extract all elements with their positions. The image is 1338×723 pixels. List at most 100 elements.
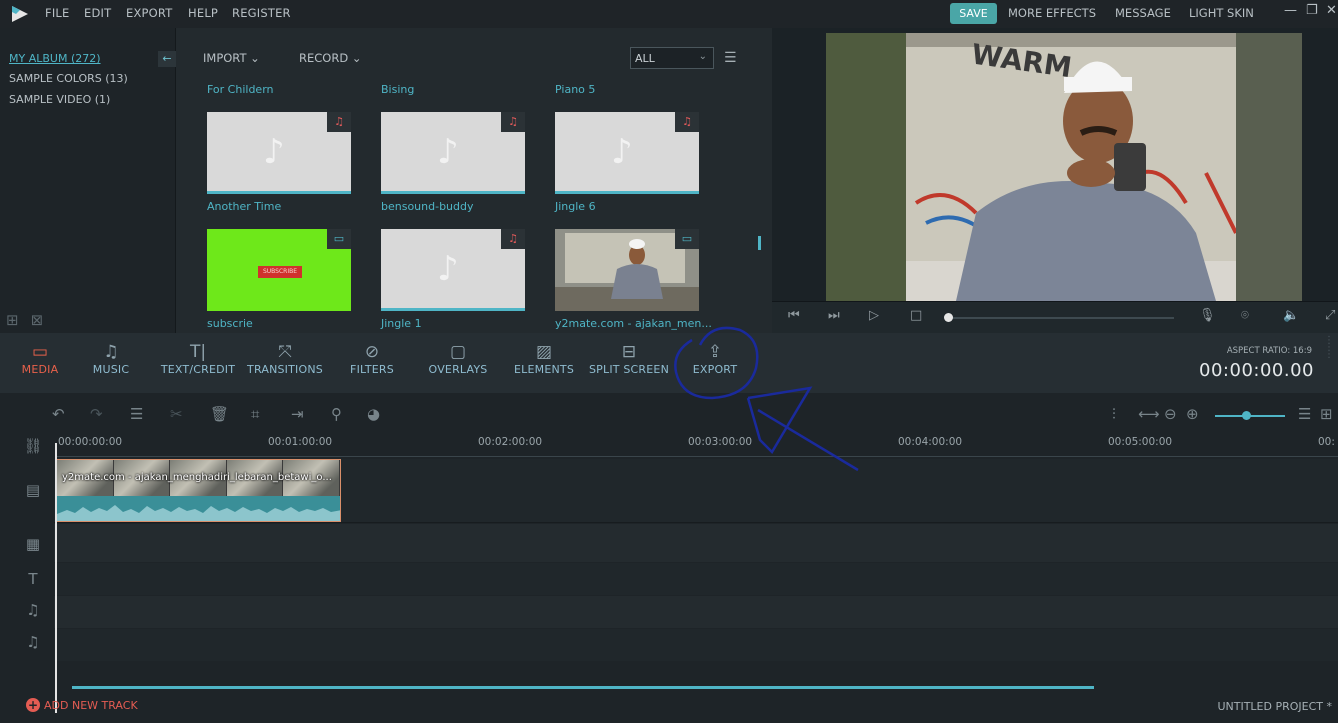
- cut-icon[interactable]: ✂: [170, 405, 183, 423]
- close-icon[interactable]: ✕: [1326, 3, 1337, 18]
- subscribe-overlay: SUBSCRIBE: [258, 266, 302, 278]
- import-dropdown[interactable]: IMPORT ⌄: [203, 51, 260, 65]
- list-view-icon[interactable]: ☰: [1298, 405, 1311, 423]
- ruler-label: 00:01:00:00: [268, 436, 333, 448]
- music-note-icon: ♪: [263, 132, 285, 172]
- tool-label: TEXT/CREDIT: [160, 363, 236, 376]
- text-track[interactable]: [54, 563, 1338, 595]
- tool-text-credit[interactable]: T| TEXT/CREDIT: [158, 341, 238, 376]
- volume-icon[interactable]: 🔈: [1283, 308, 1299, 323]
- more-effects-link[interactable]: MORE EFFECTS: [1008, 6, 1096, 20]
- menu-edit[interactable]: EDIT: [84, 6, 111, 20]
- tool-overlays[interactable]: ▢ OVERLAYS: [424, 341, 492, 376]
- delete-icon[interactable]: 🗑: [210, 405, 229, 423]
- tool-elements[interactable]: ▨ ELEMENTS: [510, 341, 578, 376]
- message-link[interactable]: MESSAGE: [1115, 6, 1171, 20]
- media-label: Bising: [381, 83, 415, 96]
- redo-icon[interactable]: ↷: [90, 405, 103, 423]
- pip-track[interactable]: [54, 524, 1338, 562]
- preview-seek-bar[interactable]: [946, 317, 1174, 319]
- audio-badge-icon: ♫: [501, 229, 525, 249]
- album-my-album[interactable]: MY ALBUM (272): [9, 52, 101, 65]
- timeline-ruler[interactable]: 00:00:00:00 00:01:00:00 00:02:00:00 00:0…: [56, 433, 1338, 457]
- tool-split-screen[interactable]: ⊟ SPLIT SCREEN: [588, 341, 670, 376]
- music-note-icon: ♪: [611, 132, 633, 172]
- undo-icon[interactable]: ↶: [52, 405, 65, 423]
- light-skin-link[interactable]: LIGHT SKIN: [1189, 6, 1254, 20]
- remove-folder-icon[interactable]: ⊠: [31, 311, 44, 329]
- panel-grip-icon[interactable]: ⋮ ⋮ ⋮: [1324, 336, 1334, 360]
- tool-transitions[interactable]: ⤧ TRANSITIONS: [244, 341, 326, 376]
- media-label: subscrie: [207, 317, 253, 330]
- video-badge-icon: ▭: [327, 229, 351, 249]
- library-scrollbar[interactable]: [758, 236, 761, 250]
- playhead[interactable]: [55, 443, 57, 713]
- fullscreen-icon[interactable]: ⤢: [1325, 308, 1335, 323]
- menu-file[interactable]: FILE: [45, 6, 69, 20]
- tool-export[interactable]: ⇪ EXPORT: [688, 341, 742, 376]
- tool-label: ELEMENTS: [514, 363, 574, 376]
- menu-help[interactable]: HELP: [188, 6, 218, 20]
- album-sample-video[interactable]: SAMPLE VIDEO (1): [9, 93, 110, 106]
- detach-audio-icon[interactable]: ⇥: [291, 405, 304, 423]
- media-item[interactable]: ♪ ♫: [381, 229, 525, 311]
- adjust-icon[interactable]: ☰: [130, 405, 143, 423]
- add-folder-icon[interactable]: ⊞: [6, 311, 19, 329]
- stop-icon[interactable]: □: [910, 308, 922, 323]
- list-view-icon[interactable]: ☰: [724, 50, 737, 66]
- media-label: Another Time: [207, 200, 282, 213]
- media-item[interactable]: ♪ ♫: [381, 112, 525, 194]
- media-item[interactable]: ♪ ♫: [555, 112, 699, 194]
- collapse-panel-button[interactable]: ←: [158, 51, 176, 67]
- zoom-handle[interactable]: [1242, 411, 1251, 420]
- save-button[interactable]: SAVE: [950, 3, 997, 24]
- text-track-icon: T: [28, 570, 38, 588]
- music-note-icon: ♪: [437, 249, 459, 289]
- tool-label: MUSIC: [92, 363, 130, 376]
- transitions-icon: ⤧: [278, 342, 292, 362]
- microphone-icon[interactable]: 🎙: [1199, 308, 1216, 323]
- magic-wand-icon[interactable]: ⚲: [331, 405, 342, 423]
- skip-back-icon[interactable]: ⏮: [788, 308, 800, 323]
- play-icon[interactable]: ▷: [869, 308, 879, 323]
- seek-handle[interactable]: [944, 313, 953, 322]
- menu-register[interactable]: REGISTER: [232, 6, 291, 20]
- menu-export[interactable]: EXPORT: [126, 6, 173, 20]
- music-track-2[interactable]: [54, 629, 1338, 661]
- media-item[interactable]: ▭: [555, 229, 699, 311]
- tool-media[interactable]: ▭ MEDIA: [14, 341, 66, 376]
- music-track-icon: ♫: [26, 633, 40, 651]
- maximize-icon[interactable]: ❐: [1306, 3, 1318, 18]
- minimize-icon[interactable]: —: [1284, 3, 1297, 18]
- filters-icon: ⊘: [364, 342, 380, 362]
- music-track-1[interactable]: [54, 596, 1338, 628]
- media-item[interactable]: SUBSCRIBE ▭: [207, 229, 351, 311]
- main-toolbar: ▭ MEDIA ♫ MUSIC T| TEXT/CREDIT ⤧ TRANSIT…: [0, 333, 1338, 393]
- tool-filters[interactable]: ⊘ FILTERS: [344, 341, 400, 376]
- step-forward-icon[interactable]: ⏭: [828, 308, 840, 323]
- media-filter-select[interactable]: ALL ⌄: [630, 47, 714, 69]
- fit-timeline-icon[interactable]: ⟷: [1138, 405, 1160, 423]
- album-tools: ⊞ ⊠: [6, 311, 43, 329]
- ruler-label: 00:: [1318, 436, 1335, 448]
- chevron-down-icon: ⌄: [351, 51, 362, 65]
- project-name: UNTITLED PROJECT *: [1217, 700, 1332, 713]
- tool-music[interactable]: ♫ MUSIC: [86, 341, 136, 376]
- grid-view-icon[interactable]: ⊞: [1320, 405, 1333, 423]
- timeline-scrollbar[interactable]: [72, 686, 1094, 689]
- link-icon[interactable]: ⛓: [20, 437, 46, 455]
- media-item[interactable]: ♪ ♫: [207, 112, 351, 194]
- zoom-in-icon[interactable]: ⊕: [1186, 405, 1199, 423]
- crop-icon[interactable]: ⌗: [251, 405, 259, 423]
- color-palette-icon[interactable]: ◕: [367, 405, 380, 423]
- zoom-out-icon[interactable]: ⊖: [1164, 405, 1177, 423]
- snapshot-icon[interactable]: ⌾: [1241, 308, 1249, 323]
- audio-mixer-icon[interactable]: ⫶: [1112, 405, 1116, 423]
- video-clip[interactable]: y2mate.com - ajakan_menghadiri_lebaran_b…: [56, 459, 341, 522]
- music-note-icon: ♪: [437, 132, 459, 172]
- chevron-down-icon: ⌄: [698, 51, 707, 62]
- ruler-label: 00:04:00:00: [898, 436, 963, 448]
- album-sample-colors[interactable]: SAMPLE COLORS (13): [9, 72, 128, 85]
- add-new-track-button[interactable]: + ADD NEW TRACK: [26, 698, 138, 712]
- record-dropdown[interactable]: RECORD ⌄: [299, 51, 361, 65]
